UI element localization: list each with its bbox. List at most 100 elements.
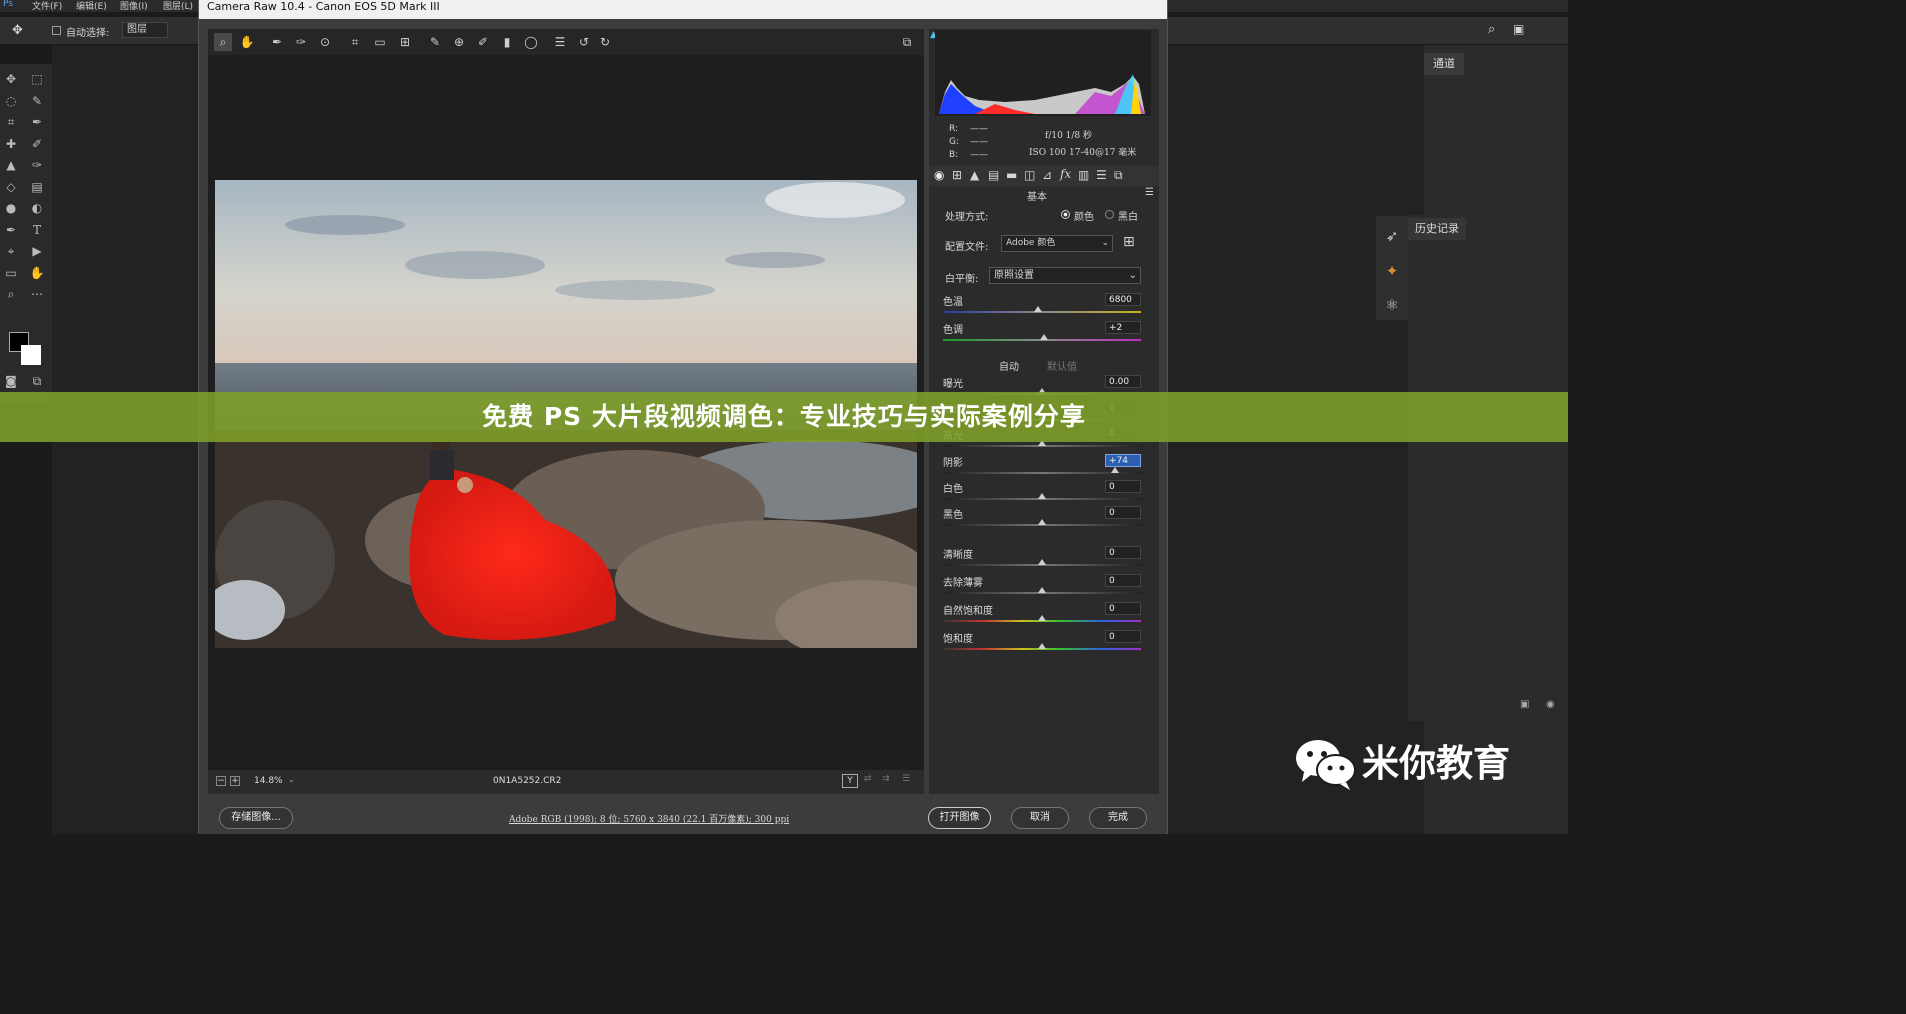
- graduated-filter-icon[interactable]: ▮: [498, 33, 516, 51]
- slider-8-value-field[interactable]: 0: [1105, 506, 1141, 519]
- slider-2-thumb[interactable]: [1039, 334, 1048, 340]
- new-snapshot-icon[interactable]: ▣: [1520, 699, 1529, 710]
- move-tool-icon[interactable]: ✥: [12, 23, 23, 38]
- crop-tool-icon[interactable]: ⌗: [346, 33, 364, 51]
- rotate-right-icon[interactable]: ↻: [596, 33, 614, 51]
- title-banner: 免费 PS 大片段视频调色：专业技巧与实际案例分享: [0, 392, 1568, 442]
- dodge-tool-icon[interactable]: ◐: [27, 199, 47, 217]
- hand-tool-icon[interactable]: ✋: [238, 33, 256, 51]
- background-color-swatch[interactable]: [21, 345, 41, 365]
- file-name: 0N1A5252.CR2: [493, 776, 562, 786]
- preview-footer: − + 14.8% ⌄ 0N1A5252.CR2 Y ⇄ ⇉ ☰: [208, 770, 924, 794]
- slider-1-label: 色温: [943, 297, 963, 308]
- workspace-icon[interactable]: ▣: [1513, 22, 1524, 36]
- slider-12-value-field[interactable]: 0: [1105, 630, 1141, 643]
- straighten-tool-icon[interactable]: ▭: [371, 33, 389, 51]
- tab-history[interactable]: 历史记录: [1408, 218, 1466, 240]
- slider-11-thumb[interactable]: [1038, 615, 1046, 621]
- menu-layer[interactable]: 图层(L): [163, 0, 193, 12]
- slider-8-thumb[interactable]: [1038, 519, 1046, 525]
- history-brush-icon[interactable]: ✑: [27, 156, 47, 174]
- slider-6-label: 阴影: [943, 458, 963, 469]
- camera-icon[interactable]: ◉: [1546, 699, 1555, 710]
- slider-10-value-field[interactable]: 0: [1105, 574, 1141, 587]
- auto-select-dropdown[interactable]: 图层: [122, 22, 168, 38]
- crop-tool-icon[interactable]: ⌗: [1, 113, 21, 131]
- white-balance-tool-icon[interactable]: ✒: [268, 33, 286, 51]
- default-link[interactable]: 默认值: [1047, 358, 1077, 373]
- slider-12-thumb[interactable]: [1038, 643, 1046, 649]
- slider-6-value-field[interactable]: +74: [1105, 454, 1141, 467]
- fullscreen-icon[interactable]: ⧉: [898, 33, 916, 51]
- quick-mask-icon[interactable]: ◙: [1, 372, 21, 390]
- done-button[interactable]: 完成: [1089, 807, 1147, 829]
- auto-select-checkbox[interactable]: [52, 26, 61, 35]
- open-image-button[interactable]: 打开图像: [928, 807, 991, 829]
- direct-select-icon[interactable]: ▶: [27, 242, 47, 260]
- pen-tool-icon[interactable]: ✒: [1, 221, 21, 239]
- slider-11-value-field[interactable]: 0: [1105, 602, 1141, 615]
- actions-panel-icon[interactable]: ✦: [1382, 261, 1402, 281]
- type-tool-icon[interactable]: T: [27, 221, 47, 239]
- zoom-tool-icon[interactable]: ⌕: [214, 33, 232, 51]
- slider-1-value-field[interactable]: 6800: [1105, 293, 1141, 306]
- slider-6-thumb[interactable]: [1111, 467, 1120, 473]
- slider-9-value-field[interactable]: 0: [1105, 546, 1141, 559]
- menu-image[interactable]: 图像(I): [120, 0, 148, 12]
- more-tools-icon[interactable]: ⋯: [27, 285, 47, 303]
- gradient-tool-icon[interactable]: ▤: [27, 178, 47, 196]
- tab-channels[interactable]: 通道: [1424, 53, 1464, 75]
- swap-settings-icon[interactable]: ⇄: [864, 774, 872, 784]
- toggle-settings-icon[interactable]: ☰: [902, 774, 910, 784]
- zoom-dropdown-icon[interactable]: ⌄: [288, 775, 295, 784]
- copy-settings-icon[interactable]: ⇉: [882, 774, 890, 784]
- stamp-tool-icon[interactable]: ▲: [1, 156, 21, 174]
- path-select-icon[interactable]: ⌖: [1, 242, 21, 260]
- shape-tool-icon[interactable]: ▭: [1, 264, 21, 282]
- before-after-toggle[interactable]: Y: [842, 774, 858, 788]
- auto-link[interactable]: 自动: [999, 358, 1019, 373]
- menu-file[interactable]: 文件(F): [32, 0, 62, 12]
- zoom-tool-icon[interactable]: ⌕: [1, 285, 21, 303]
- lasso-tool-icon[interactable]: ◌: [1, 92, 21, 110]
- preferences-icon[interactable]: ☰: [551, 33, 569, 51]
- slider-9-thumb[interactable]: [1038, 559, 1046, 565]
- save-image-button[interactable]: 存储图像...: [219, 807, 293, 829]
- slider-3-value-field[interactable]: 0.00: [1105, 375, 1141, 388]
- screen-mode-icon[interactable]: ⧉: [27, 372, 47, 390]
- targeted-adjust-icon[interactable]: ⊙: [316, 33, 334, 51]
- zoom-out-button[interactable]: −: [216, 776, 226, 786]
- spot-removal-icon[interactable]: ✎: [426, 33, 444, 51]
- transform-tool-icon[interactable]: ⊞: [396, 33, 414, 51]
- hand-tool-icon[interactable]: ✋: [27, 264, 47, 282]
- blur-tool-icon[interactable]: ●: [1, 199, 21, 217]
- marquee-tool-icon[interactable]: ⬚: [27, 70, 47, 88]
- healing-brush-icon[interactable]: ✚: [1, 135, 21, 153]
- slider-7-value-field[interactable]: 0: [1105, 480, 1141, 493]
- eraser-tool-icon[interactable]: ◇: [1, 178, 21, 196]
- adjustment-brush-icon[interactable]: ✐: [474, 33, 492, 51]
- cancel-button[interactable]: 取消: [1011, 807, 1069, 829]
- slider-7-label: 白色: [943, 484, 963, 495]
- radial-filter-icon[interactable]: ◯: [522, 33, 540, 51]
- slider-2-value-field[interactable]: +2: [1105, 321, 1141, 334]
- red-eye-icon[interactable]: ⊕: [450, 33, 468, 51]
- rotate-left-icon[interactable]: ↺: [575, 33, 593, 51]
- slider-7-thumb[interactable]: [1038, 493, 1046, 499]
- auto-select-label: 自动选择:: [66, 28, 110, 39]
- move-tool-icon[interactable]: ✥: [1, 70, 21, 88]
- search-icon[interactable]: ⌕: [1488, 22, 1495, 37]
- zoom-level[interactable]: 14.8%: [254, 776, 283, 786]
- menu-edit[interactable]: 编辑(E): [76, 0, 107, 12]
- slider-12-label: 饱和度: [943, 634, 973, 645]
- eyedropper-icon[interactable]: ✒: [27, 113, 47, 131]
- color-sampler-icon[interactable]: ✑: [292, 33, 310, 51]
- workflow-options-link[interactable]: Adobe RGB (1998); 8 位; 5760 x 3840 (22.1…: [509, 812, 789, 825]
- slider-10-thumb[interactable]: [1038, 587, 1046, 593]
- brush-tool-icon[interactable]: ✐: [27, 135, 47, 153]
- quick-select-icon[interactable]: ✎: [27, 92, 47, 110]
- properties-panel-icon[interactable]: ⚛: [1382, 295, 1402, 315]
- slider-1-thumb[interactable]: [1034, 306, 1043, 312]
- history-panel-icon[interactable]: ➶: [1382, 226, 1402, 246]
- zoom-in-button[interactable]: +: [230, 776, 240, 786]
